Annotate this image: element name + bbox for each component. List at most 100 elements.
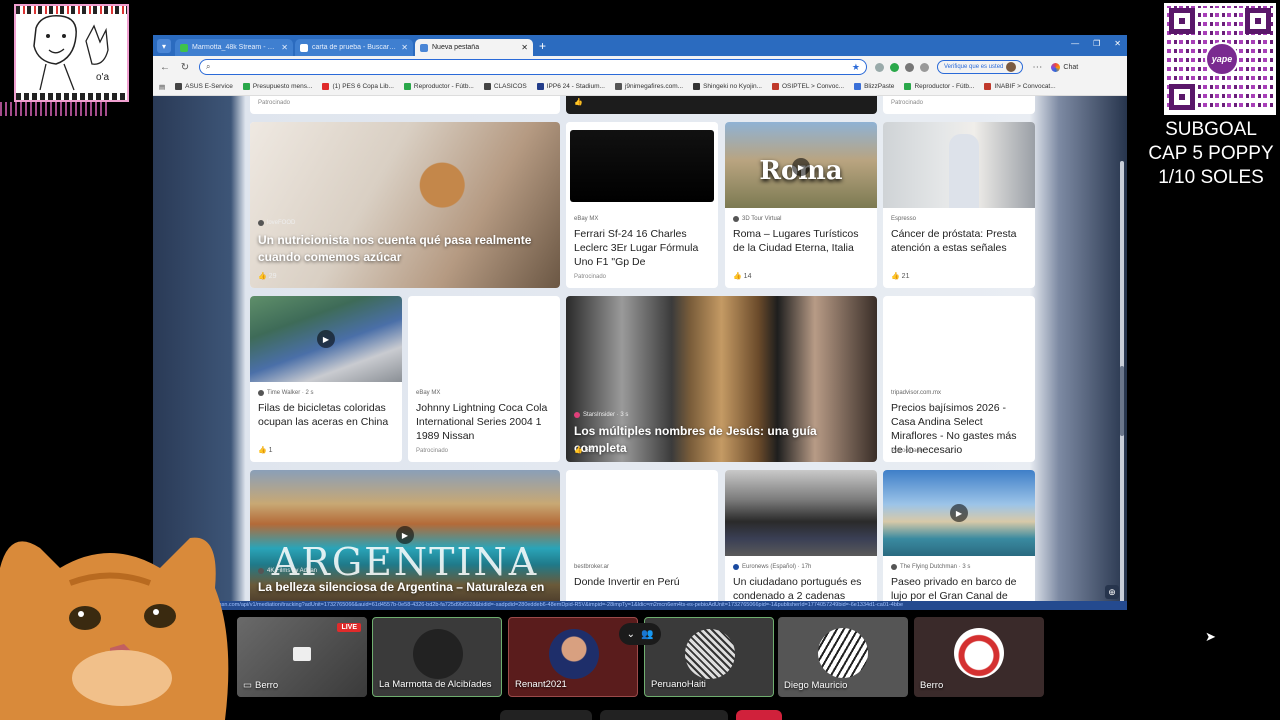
scrollbar-thumb[interactable] (1120, 366, 1124, 436)
play-icon[interactable]: ▶ (317, 330, 335, 348)
bookmark-icon (984, 83, 992, 90)
maximize-icon[interactable]: ❐ (1093, 39, 1100, 48)
bookmark-label: Reproductor - Fútb... (413, 83, 474, 90)
extension-icon[interactable] (905, 62, 914, 72)
participant-tile[interactable]: Diego Mauricio (778, 617, 908, 697)
close-tab-icon[interactable]: ✕ (521, 43, 528, 52)
call-control[interactable] (500, 710, 592, 720)
bookmark-item[interactable]: Reproductor - Fútb... (904, 83, 974, 90)
feed-card-roma[interactable]: Roma ▶ 3D Tour Virtual Roma – Lugares Tu… (725, 122, 877, 288)
mouse-cursor-icon: ➤ (1205, 629, 1216, 644)
subgoal-text: SUBGOAL CAP 5 POPPY 1/10 SOLES (1140, 118, 1280, 190)
shield-icon[interactable] (890, 62, 899, 72)
article-title: Un nutricionista nos cuenta qué pasa rea… (258, 233, 532, 264)
subgoal-line: SUBGOAL (1165, 119, 1257, 140)
puzzle-icon[interactable] (920, 62, 929, 72)
address-bar[interactable]: ⌕ ★ (199, 59, 867, 75)
feed-card-venecia[interactable]: ▶ The Flying Dutchman · 3 s Paseo privad… (883, 470, 1035, 601)
feed-card[interactable]: Patrocinado (883, 96, 1035, 114)
bookmark-item[interactable]: ASUS E-Service (175, 83, 233, 90)
article-title: Donde Invertir en Perú (574, 576, 680, 588)
feed-card-johnny[interactable]: eBay MX Johnny Lightning Coca Cola Inter… (408, 296, 560, 462)
bookmark-item[interactable]: Presupuesto mens... (242, 83, 312, 90)
zoom-icon[interactable]: ⊕ (1105, 585, 1119, 599)
bookmark-icon (536, 83, 544, 90)
feed-card-portugues[interactable]: Euronews (Español) · 17h Un ciudadano po… (725, 470, 877, 601)
article-title: Ferrari Sf-24 16 Charles Leclerc 3Er Lug… (574, 228, 699, 268)
live-badge: LIVE (337, 623, 361, 632)
participant-tile[interactable]: LIVE ▭ Berro (237, 617, 367, 697)
leave-call-button[interactable] (736, 710, 782, 720)
bookmark-item[interactable]: Shingeki no Kyojin... (693, 83, 762, 90)
participant-tile[interactable]: Renant2021 (508, 617, 638, 697)
close-window-icon[interactable]: ✕ (1114, 39, 1121, 48)
feed-card-bicis[interactable]: ▶ Time Walker · 2 s Filas de bicicletas … (250, 296, 402, 462)
stream-stage: ▾ Marmotta_48k Stream - Watch Li ✕ carta… (0, 0, 1280, 720)
window-controls: — ❐ ✕ (1071, 39, 1121, 48)
sponsored-label: Patrocinado (891, 448, 924, 454)
tab-search[interactable]: carta de prueba - Buscar con Goo ✕ (295, 39, 413, 56)
tab-marmotta[interactable]: Marmotta_48k Stream - Watch Li ✕ (175, 39, 293, 56)
close-tab-icon[interactable]: ✕ (281, 43, 288, 52)
source-label: eBay MX (574, 216, 599, 222)
call-control[interactable] (600, 710, 728, 720)
feed-card-prostata[interactable]: Espresso Cáncer de próstata: Presta aten… (883, 122, 1035, 288)
yape-logo: yape (1205, 42, 1239, 76)
bookmark-icon (772, 83, 779, 90)
participant-name: Diego Mauricio (784, 680, 848, 691)
bookmark-label: CLASICOS (493, 83, 527, 90)
scrollbar[interactable] (1120, 161, 1124, 601)
avatar (954, 628, 1004, 678)
bookmark-item[interactable]: CLASICOS (483, 83, 527, 90)
participant-name: La Marmotta de Alcibíades (379, 679, 492, 690)
subgoal-line: CAP 5 POPPY (1148, 143, 1274, 164)
article-title: Johnny Lightning Coca Cola International… (416, 402, 548, 442)
close-tab-icon[interactable]: ✕ (401, 43, 408, 52)
feed-card[interactable]: Patrocinado (250, 96, 560, 114)
feed-card-argentina[interactable]: ▶ ARGENTINA 4K Films by Adrian La bellez… (250, 470, 560, 601)
new-tab-button[interactable]: + (539, 39, 546, 53)
bookmark-item[interactable]: INABIF > Convocat... (984, 83, 1056, 90)
feed-card[interactable]: 👍 (566, 96, 877, 114)
bookmark-label: Shingeki no Kyojin... (703, 83, 762, 90)
article-image (883, 122, 1035, 208)
feed-card-ferrari[interactable]: eBay MX Ferrari Sf-24 16 Charles Leclerc… (566, 122, 718, 288)
participant-tile[interactable]: PeruanoHaiti (644, 617, 774, 697)
address-input[interactable] (215, 62, 847, 72)
source-label: Time Walker · 2 s (258, 390, 314, 396)
feed-card-nutri[interactable]: loveFOOD Un nutricionista nos cuenta qué… (250, 122, 560, 288)
play-icon[interactable]: ▶ (792, 158, 810, 176)
participant-tile[interactable]: Berro (914, 617, 1044, 697)
tile-controls[interactable]: ⌄ 👥 (619, 623, 661, 645)
feed-card-jesus[interactable]: StarsInsider · 3 s Los múltiples nombres… (566, 296, 877, 462)
more-icon[interactable]: ⋯ (1031, 62, 1043, 73)
back-icon[interactable]: ← (159, 62, 171, 73)
bookmark-item[interactable]: BlizzPaste (854, 83, 894, 90)
article-title: Un ciudadano portugués es condenado a 2 … (733, 576, 862, 601)
feed-card-precios[interactable]: tripadvisor.com.mx Precios bajísimos 202… (883, 296, 1035, 462)
reload-icon[interactable]: ↻ (179, 62, 191, 73)
bookmark-item[interactable]: IPP6 24 - Stadium... (536, 83, 605, 90)
extension-icon[interactable] (875, 62, 884, 72)
bookmark-label: IPP6 24 - Stadium... (546, 83, 605, 90)
verify-button[interactable]: Verifique que es usted (937, 60, 1024, 74)
star-icon[interactable]: ★ (852, 62, 860, 73)
source-label: 3D Tour Virtual (733, 216, 781, 222)
minimize-icon[interactable]: — (1071, 39, 1079, 48)
chat-button[interactable]: Chat (1051, 62, 1078, 72)
participant-tile[interactable]: La Marmotta de Alcibíades (372, 617, 502, 697)
browser-window: ▾ Marmotta_48k Stream - Watch Li ✕ carta… (153, 35, 1127, 610)
bookmark-item[interactable]: OSIPTEL > Convoc... (772, 83, 844, 90)
feed-card-invertir[interactable]: bestbroker.ar Donde Invertir en Perú (566, 470, 718, 601)
tab-actions-icon[interactable]: ▾ (157, 39, 171, 53)
people-icon[interactable]: 👥 (641, 629, 653, 640)
new-tab-icon (420, 43, 428, 52)
chevron-down-icon[interactable]: ⌄ (627, 629, 635, 640)
sidebar-toggle-icon[interactable]: ▤ (159, 83, 165, 91)
bookmark-item[interactable]: j9nimegafires.com... (614, 83, 683, 90)
play-icon[interactable]: ▶ (950, 504, 968, 522)
bookmark-item[interactable]: (1) PES 6 Copa Lib... (322, 83, 394, 90)
profile-avatar (1006, 62, 1017, 72)
bookmark-item[interactable]: Reproductor - Fútb... (403, 83, 474, 90)
tab-new[interactable]: Nueva pestaña ✕ (415, 39, 533, 56)
